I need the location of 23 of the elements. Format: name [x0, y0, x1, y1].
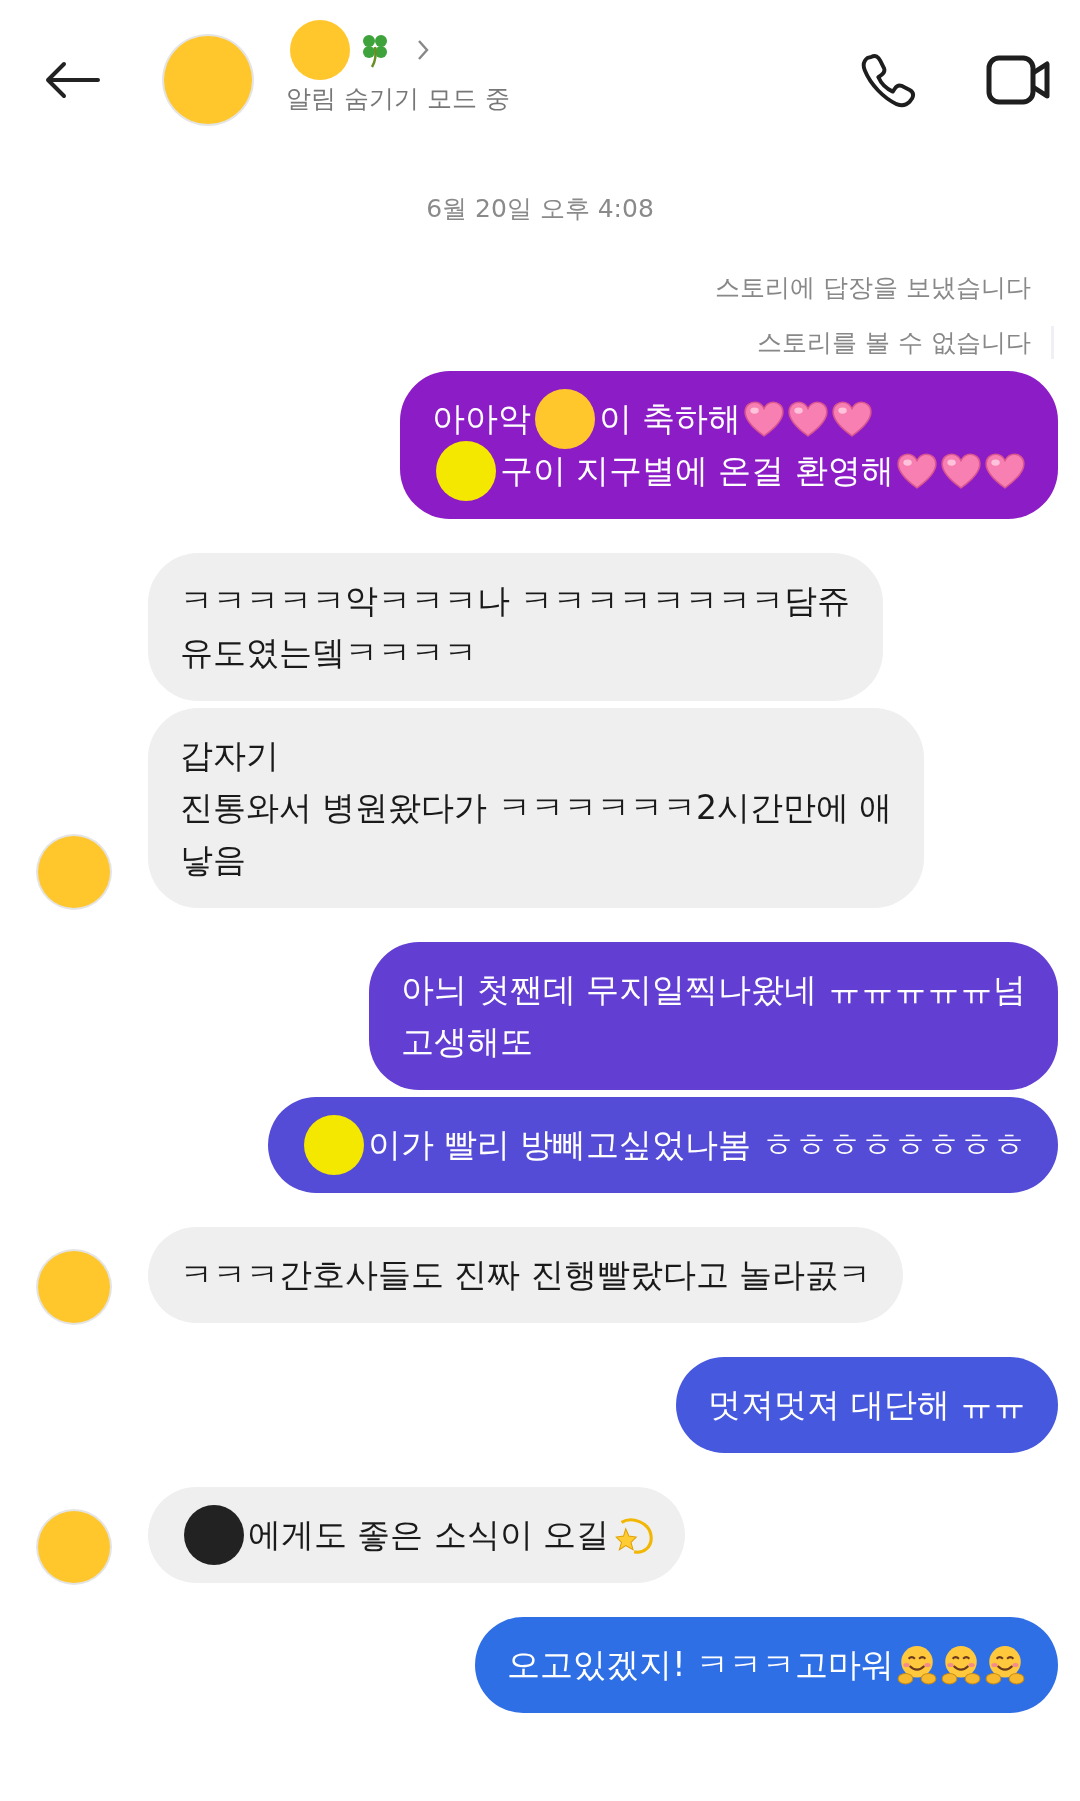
story-note: 스토리를 볼 수 없습니다 — [757, 326, 1054, 359]
message-text: 멋져멋져 대단해 ㅠㅠ — [708, 1383, 1026, 1426]
message-text: 아늬 첫짼데 무지일찍나왔네 ㅠㅠㅠㅠㅠ넘 — [400, 968, 1026, 1011]
message-text: 아아악 — [431, 397, 531, 440]
hugging-face-icon — [896, 1644, 938, 1686]
video-call-icon[interactable] — [986, 54, 1052, 106]
message-text: 고생해또 — [400, 1020, 533, 1063]
message-text: 갑자기 — [180, 734, 279, 777]
message-text: 이 축하해 — [598, 397, 741, 440]
message-text: 에게도 좋은 소식이 오길 — [248, 1513, 610, 1556]
message-text: 구이 지구별에 온걸 환영해 — [499, 449, 894, 492]
message-text: 진통와서 병원왔다가 ㅋㅋㅋㅋㅋㅋ2시간만에 애 — [180, 786, 893, 829]
message-text: 유도였는뎈ㅋㅋㅋㅋ — [180, 631, 477, 674]
hugging-face-icon — [940, 1644, 982, 1686]
story-note: 스토리에 답장을 보냈습니다 — [715, 272, 1031, 304]
message-text: 낳음 — [180, 838, 246, 881]
mute-status: 알림 숨기기 모드 중 — [286, 82, 510, 115]
message-text: 오고있겠지! ㅋㅋㅋ고마워 — [507, 1643, 894, 1686]
message-text: 이가 빨리 방빼고싶었나봄 ㅎㅎㅎㅎㅎㅎㅎㅎ — [367, 1123, 1026, 1166]
message-text: ㅋㅋㅋㅋㅋ악ㅋㅋㅋ나 ㅋㅋㅋㅋㅋㅋㅋㅋ담쥬 — [180, 579, 851, 622]
message-text: ㅋㅋㅋ간호사들도 진짜 진행빨랐다고 놀라곬ㅋ — [180, 1253, 872, 1296]
timestamp: 6월 20일 오후 4:08 — [425, 193, 655, 225]
hugging-face-icon — [984, 1644, 1026, 1686]
